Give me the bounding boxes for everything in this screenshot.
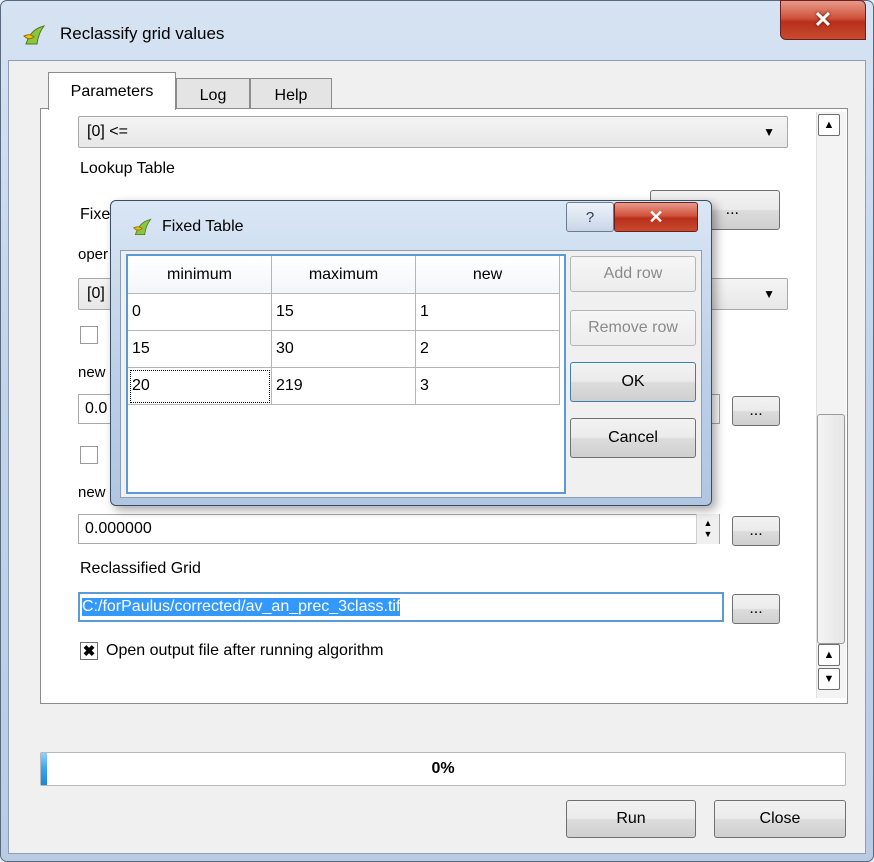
close-button[interactable]: Close <box>714 800 846 838</box>
table-cell[interactable]: 15 <box>128 331 272 368</box>
button-label: Cancel <box>608 429 658 446</box>
table-cell[interactable]: 2 <box>416 331 560 368</box>
reclassified-grid-value: C:/forPaulus/corrected/av_an_prec_3class… <box>82 598 401 616</box>
scroll-up-icon[interactable]: ▲ <box>818 644 840 666</box>
method-combo-value: [0] <= <box>87 123 128 140</box>
run-button[interactable]: Run <box>566 800 696 838</box>
new-value-2: 0.000000 <box>85 520 152 537</box>
remove-row-button[interactable]: Remove row <box>570 310 696 346</box>
tab-help[interactable]: Help <box>250 78 332 112</box>
spin-buttons[interactable]: ▲ ▼ <box>696 514 719 544</box>
chevron-down-icon: ▼ <box>763 125 775 139</box>
lookup-grid[interactable]: minimum maximum new 0 15 1 15 30 2 20 21… <box>126 254 566 494</box>
tab-label: Help <box>274 86 308 104</box>
open-output-checkbox[interactable]: ✖ <box>80 642 98 660</box>
scrollbar-thumb[interactable] <box>817 414 845 644</box>
reclassified-grid-label: Reclassified Grid <box>80 560 201 577</box>
button-label: OK <box>621 373 645 390</box>
cancel-button[interactable]: Cancel <box>570 418 696 458</box>
fixed-table-close-button[interactable]: ✕ <box>614 202 698 232</box>
table-cell-selected[interactable]: 20 <box>128 368 272 405</box>
fixed-table-title: Fixed Table <box>162 218 244 235</box>
browse-button-2[interactable]: ... <box>732 516 780 546</box>
new-value-field-2[interactable]: 0.000000 ▲ ▼ <box>78 514 720 544</box>
option-checkbox-1[interactable] <box>80 326 98 344</box>
browse-output-button[interactable]: ... <box>732 594 780 624</box>
button-label: Remove row <box>588 319 678 336</box>
button-label: Close <box>759 810 801 827</box>
tab-parameters[interactable]: Parameters <box>48 72 176 110</box>
new-value-1: 0.0 <box>85 400 108 417</box>
table-cell[interactable]: 219 <box>272 368 416 405</box>
browse-button-1[interactable]: ... <box>732 396 780 426</box>
method-combo[interactable]: [0] <= ▼ <box>78 116 788 148</box>
open-output-label: Open output file after running algorithm <box>106 642 384 659</box>
option-checkbox-2[interactable] <box>80 446 98 464</box>
button-label: ... <box>749 600 763 617</box>
spin-down-icon[interactable]: ▼ <box>704 529 713 540</box>
tab-label: Log <box>199 86 227 104</box>
scroll-down-icon[interactable]: ▼ <box>818 668 840 690</box>
progress-text: 0% <box>431 760 455 777</box>
button-label: Add row <box>603 265 663 282</box>
reclassified-grid-input[interactable]: C:/forPaulus/corrected/av_an_prec_3class… <box>78 592 724 622</box>
ok-button[interactable]: OK <box>570 362 696 402</box>
column-header-maximum[interactable]: maximum <box>272 256 416 294</box>
column-header-new[interactable]: new <box>416 256 560 294</box>
window-close-button[interactable]: ✕ <box>780 0 866 40</box>
window-title: Reclassify grid values <box>60 24 225 43</box>
table-cell[interactable]: 0 <box>128 294 272 331</box>
qgis-app-icon <box>22 22 48 48</box>
new-value-label-1: new <box>78 364 106 381</box>
scroll-up-icon[interactable]: ▲ <box>818 114 840 136</box>
column-header-minimum[interactable]: minimum <box>128 256 272 294</box>
help-button[interactable]: ? <box>566 202 614 232</box>
new-value-label-2: new <box>78 484 106 501</box>
qgis-app-icon <box>132 216 154 238</box>
button-label: Run <box>616 810 646 827</box>
operator-combo-value: [0] <box>87 285 105 302</box>
lookup-table-label: Lookup Table <box>80 160 175 177</box>
button-label: ... <box>749 522 763 539</box>
tab-label: Parameters <box>70 82 154 100</box>
fixed-table-label: Fixe <box>80 206 111 223</box>
tab-log[interactable]: Log <box>176 78 250 112</box>
spin-up-icon[interactable]: ▲ <box>704 518 713 529</box>
table-cell[interactable]: 3 <box>416 368 560 405</box>
button-label: ... <box>749 402 763 419</box>
button-label: ... <box>725 201 739 218</box>
table-cell[interactable]: 1 <box>416 294 560 331</box>
add-row-button[interactable]: Add row <box>570 256 696 292</box>
table-cell[interactable]: 15 <box>272 294 416 331</box>
table-cell[interactable]: 30 <box>272 331 416 368</box>
chevron-down-icon: ▼ <box>763 287 775 301</box>
operator-label: oper <box>78 246 109 263</box>
